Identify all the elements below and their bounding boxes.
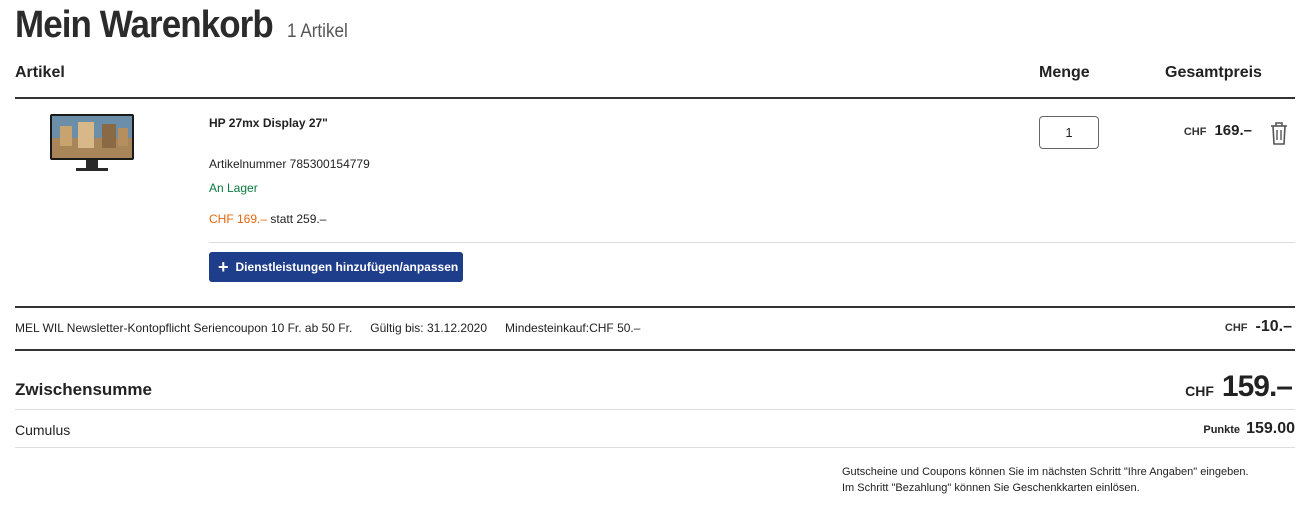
add-services-button[interactable]: + Dienstleistungen hinzufügen/anpassen <box>209 252 463 282</box>
product-name[interactable]: HP 27mx Display 27" <box>209 116 328 130</box>
cumulus-unit: Punkte <box>1203 424 1241 436</box>
page-header: Mein Warenkorb 1 Artikel <box>15 4 355 47</box>
unit-price: CHF 169.– statt 259.– <box>209 212 326 226</box>
coupon-name: MEL WIL Newsletter-Kontopflicht Serienco… <box>15 321 353 335</box>
header-divider <box>15 97 1295 99</box>
cumulus-label: Cumulus <box>15 422 71 438</box>
subtotal-value: 159.– <box>1221 370 1293 403</box>
voucher-note-line1: Gutscheine und Coupons können Sie im näc… <box>842 466 1249 478</box>
coupon-amount: CHF -10.– <box>1225 318 1292 336</box>
add-services-label: Dienstleistungen hinzufügen/anpassen <box>235 260 459 274</box>
subtotal-amount: CHF 159.– <box>1185 370 1293 404</box>
cumulus-value: 159.00 <box>1246 420 1295 437</box>
stock-status: An Lager <box>209 181 258 195</box>
cumulus-bottom-divider <box>15 447 1295 448</box>
subtotal-currency: CHF <box>1185 383 1214 399</box>
cumulus-top-divider <box>15 409 1295 410</box>
column-header-gesamtpreis: Gesamtpreis <box>1165 64 1262 81</box>
monitor-image[interactable] <box>48 112 136 176</box>
item-count: 1 Artikel <box>287 21 349 42</box>
line-total: CHF 169.– <box>1184 122 1252 139</box>
page-title: Mein Warenkorb <box>15 4 274 46</box>
old-price: statt 259.– <box>270 212 327 226</box>
plus-icon: + <box>218 257 229 277</box>
coupon-valid: Gültig bis: 31.12.2020 <box>370 321 488 335</box>
sale-price: CHF 169.– <box>209 212 268 226</box>
coupon-value: -10.– <box>1255 318 1292 335</box>
item-divider <box>209 242 1295 243</box>
line-total-amount: 169.– <box>1214 122 1252 139</box>
coupon-row: MEL WIL Newsletter-Kontopflicht Serienco… <box>15 321 640 335</box>
quantity-input[interactable] <box>1039 116 1099 149</box>
subtotal-top-divider <box>15 349 1295 351</box>
voucher-note-line2: Im Schritt "Bezahlung" können Sie Gesche… <box>842 482 1140 494</box>
coupon-minimum: Mindesteinkauf:CHF 50.– <box>505 321 641 335</box>
line-total-currency: CHF <box>1183 126 1207 138</box>
coupon-currency: CHF <box>1224 322 1248 334</box>
trash-icon[interactable] <box>1268 120 1290 146</box>
coupon-top-divider <box>15 306 1295 308</box>
subtotal-label: Zwischensumme <box>15 380 152 399</box>
voucher-note: Gutscheine und Coupons können Sie im näc… <box>842 464 1294 496</box>
column-header-artikel: Artikel <box>15 64 65 81</box>
cumulus-points: Punkte 159.00 <box>1203 420 1295 438</box>
column-header-menge: Menge <box>1039 64 1090 81</box>
article-number: Artikelnummer 785300154779 <box>209 157 370 171</box>
